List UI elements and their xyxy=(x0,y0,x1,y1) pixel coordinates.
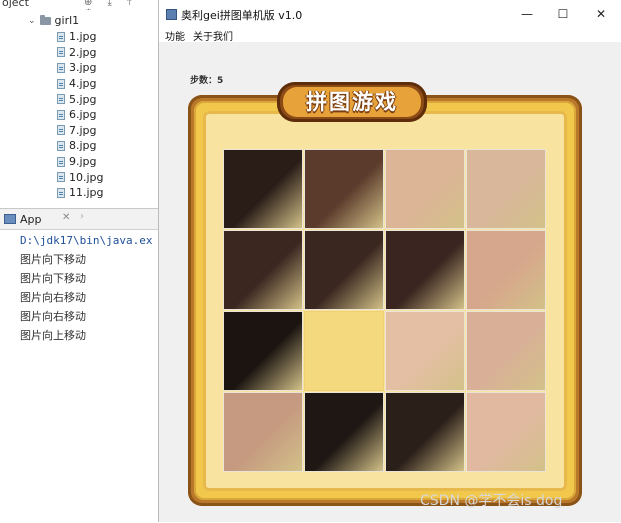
app-logo-icon xyxy=(166,9,177,20)
image-file-icon xyxy=(57,78,65,89)
project-tree: oject ⊕ ⤓ ⤒ ⚙ ⌄ girl1 1.jpg2.jpg 3.jpg 4.j… xyxy=(0,0,158,208)
watermark: CSDN @学不会is dog xyxy=(420,493,563,509)
console-line: 图片向下移动 xyxy=(20,253,86,266)
file-label: 5.jpg xyxy=(69,92,97,106)
file-item[interactable]: 9.jpg xyxy=(57,154,104,170)
puzzle-grid[interactable] xyxy=(221,147,549,475)
console-line: 图片向右移动 xyxy=(20,310,86,323)
image-file-icon xyxy=(57,31,65,42)
file-label: 6.jpg xyxy=(69,108,97,122)
puzzle-tile[interactable] xyxy=(466,311,546,391)
image-file-icon xyxy=(57,62,65,73)
puzzle-window: 奥利gei拼图单机版 v1.0 — ☐ ✕ 功能 关于我们 步数：5 拼图游戏 xyxy=(158,0,621,522)
file-label: 8.jpg xyxy=(69,139,97,153)
console-line: 图片向下移动 xyxy=(20,272,86,285)
file-item[interactable]: 3.jpg xyxy=(57,60,104,76)
console-output: D:\jdk17\bin\java.ex 图片向下移动 图片向下移动 图片向右移动图… xyxy=(20,231,152,345)
puzzle-tile[interactable] xyxy=(385,311,465,391)
image-file-icon xyxy=(57,47,65,58)
puzzle-tile[interactable] xyxy=(223,311,303,391)
file-item[interactable]: 8.jpg xyxy=(57,138,104,154)
puzzle-tile[interactable] xyxy=(466,230,546,310)
file-item[interactable]: 11.jpg xyxy=(57,185,104,201)
chevron-down-icon[interactable]: ⌄ xyxy=(28,16,36,26)
file-label: 2.jpg xyxy=(69,45,97,59)
project-label[interactable]: oject xyxy=(2,0,29,9)
close-button[interactable]: ✕ xyxy=(591,4,611,24)
menu-function[interactable]: 功能 xyxy=(165,28,185,43)
puzzle-tile[interactable] xyxy=(223,392,303,472)
file-label: 3.jpg xyxy=(69,61,97,75)
window-titlebar[interactable]: 奥利gei拼图单机版 v1.0 — ☐ ✕ xyxy=(159,0,621,28)
file-item[interactable]: 1.jpg xyxy=(57,29,104,45)
file-item[interactable]: 6.jpg xyxy=(57,107,104,123)
window-title: 奥利gei拼图单机版 v1.0 xyxy=(181,9,303,22)
puzzle-tile[interactable] xyxy=(385,149,465,229)
app-icon xyxy=(4,214,16,224)
puzzle-tile[interactable] xyxy=(466,392,546,472)
menubar: 功能 关于我们 xyxy=(159,28,621,43)
file-label: 1.jpg xyxy=(69,30,97,44)
game-banner: 拼图游戏 xyxy=(277,82,427,122)
image-file-icon xyxy=(57,94,65,105)
run-tabbar: App ✕ › xyxy=(0,209,158,230)
file-item[interactable]: 7.jpg xyxy=(57,123,104,139)
image-file-icon xyxy=(57,125,65,136)
puzzle-tile[interactable] xyxy=(385,230,465,310)
run-tab-label: App xyxy=(20,212,42,226)
console-command: D:\jdk17\bin\java.ex xyxy=(20,234,153,247)
image-file-icon xyxy=(57,187,65,198)
banner-title: 拼图游戏 xyxy=(306,90,398,114)
folder-girl1[interactable]: ⌄ girl1 xyxy=(28,13,79,28)
empty-tile[interactable] xyxy=(304,311,384,391)
puzzle-tile[interactable] xyxy=(304,149,384,229)
puzzle-tile[interactable] xyxy=(385,392,465,472)
image-file-icon xyxy=(57,109,65,120)
more-icon[interactable]: › xyxy=(80,211,84,222)
steps-label: 步数： xyxy=(190,76,218,86)
file-item[interactable]: 10.jpg xyxy=(57,169,104,185)
run-panel: App ✕ › D:\jdk17\bin\java.ex 图片向下移动 图片向下移… xyxy=(0,208,158,523)
puzzle-tile[interactable] xyxy=(304,392,384,472)
file-label: 7.jpg xyxy=(69,123,97,137)
step-counter: 步数：5 xyxy=(190,73,223,86)
console-line: 图片向右移动 xyxy=(20,291,86,304)
menu-about-us[interactable]: 关于我们 xyxy=(193,28,233,43)
puzzle-tile[interactable] xyxy=(223,149,303,229)
puzzle-tile[interactable] xyxy=(304,230,384,310)
image-file-icon xyxy=(57,156,65,167)
file-item[interactable]: 2.jpg xyxy=(57,45,104,61)
run-tab-app[interactable]: App xyxy=(4,211,42,227)
folder-icon xyxy=(39,14,51,25)
toolbar-icons[interactable]: ⊕ ⤓ ⤒ ⚙ xyxy=(84,0,158,10)
folder-label: girl1 xyxy=(54,14,80,27)
minimize-button[interactable]: — xyxy=(517,4,537,24)
file-label: 11.jpg xyxy=(69,186,104,200)
file-label: 10.jpg xyxy=(69,170,104,184)
maximize-button[interactable]: ☐ xyxy=(553,4,573,24)
file-list: 1.jpg 2.jpg 3.jpg 4.jpg 5.jpg 6.jpg 7.jpg 8.jpg… xyxy=(57,29,104,201)
project-toolbar: oject ⊕ ⤓ ⤒ ⚙ xyxy=(0,0,158,10)
image-file-icon xyxy=(57,140,65,151)
file-label: 9.jpg xyxy=(69,155,97,169)
file-label: 4.jpg xyxy=(69,77,97,91)
puzzle-tile[interactable] xyxy=(466,149,546,229)
image-file-icon xyxy=(57,172,65,183)
file-item[interactable]: 4.jpg xyxy=(57,76,104,92)
puzzle-tile[interactable] xyxy=(223,230,303,310)
steps-value: 5 xyxy=(217,76,224,86)
close-tab-icon[interactable]: ✕ xyxy=(62,212,70,223)
console-line: 图片向上移动 xyxy=(20,329,86,342)
file-item[interactable]: 5.jpg xyxy=(57,91,104,107)
